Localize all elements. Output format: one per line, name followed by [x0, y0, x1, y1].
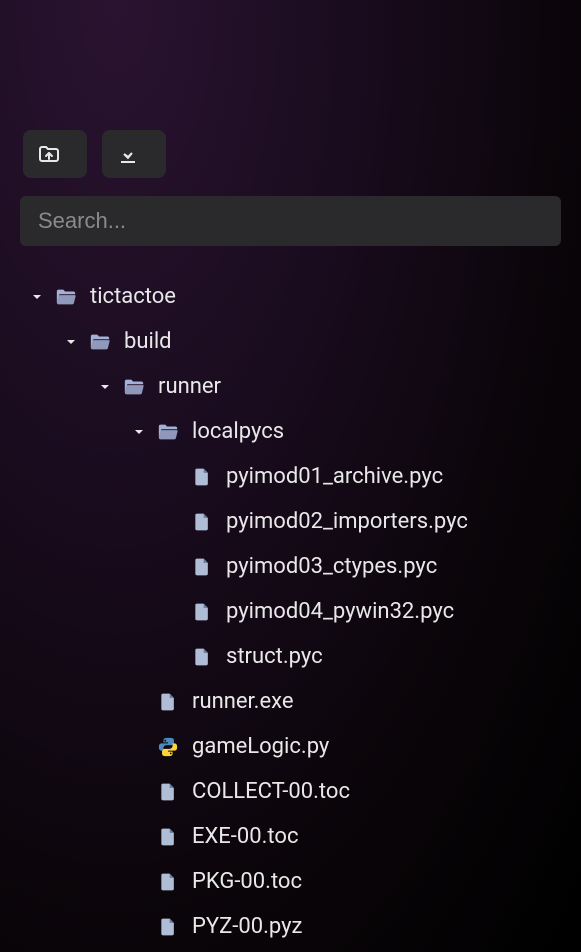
tree-item-label: EXE-00.toc: [192, 824, 298, 849]
tree-item-label: pyimod02_importers.pyc: [226, 509, 468, 534]
file-icon: [190, 645, 214, 669]
tree-item-label: tictactoe: [90, 284, 176, 309]
tree-file[interactable]: pyimod01_archive.pyc: [0, 454, 581, 499]
chevron-down-icon[interactable]: [64, 335, 78, 349]
python-icon: [156, 735, 180, 759]
chevron-down-icon[interactable]: [30, 290, 44, 304]
upload-folder-button[interactable]: [23, 130, 87, 178]
tree-folder[interactable]: localpycs: [0, 409, 581, 454]
tree-item-label: PKG-00.toc: [192, 869, 302, 894]
file-icon: [156, 690, 180, 714]
folder-upload-icon: [37, 142, 61, 166]
file-tree: tictactoe build runner localpycs pyimod01_ar…: [0, 246, 581, 949]
tree-item-label: build: [124, 329, 172, 354]
folder-open-icon: [122, 375, 146, 399]
tree-file[interactable]: EXE-00.toc: [0, 814, 581, 859]
tree-item-label: pyimod03_ctypes.pyc: [226, 554, 437, 579]
tree-item-label: COLLECT-00.toc: [192, 779, 350, 804]
download-icon: [116, 142, 140, 166]
tree-file[interactable]: PYZ-00.pyz: [0, 904, 581, 949]
tree-folder[interactable]: runner: [0, 364, 581, 409]
search-input[interactable]: [20, 196, 561, 246]
file-icon: [156, 870, 180, 894]
tree-item-label: runner: [158, 374, 221, 399]
tree-item-label: gameLogic.py: [192, 734, 329, 759]
tree-file[interactable]: PKG-00.toc: [0, 859, 581, 904]
search-container: [0, 196, 581, 246]
tree-folder[interactable]: build: [0, 319, 581, 364]
folder-open-icon: [54, 285, 78, 309]
folder-open-icon: [156, 420, 180, 444]
file-icon: [156, 825, 180, 849]
file-icon: [190, 600, 214, 624]
tree-item-label: struct.pyc: [226, 644, 323, 669]
folder-open-icon: [88, 330, 112, 354]
file-icon: [190, 510, 214, 534]
tree-item-label: pyimod04_pywin32.pyc: [226, 599, 454, 624]
tree-item-label: PYZ-00.pyz: [192, 914, 302, 939]
file-icon: [190, 555, 214, 579]
file-icon: [156, 780, 180, 804]
tree-item-label: localpycs: [192, 419, 284, 444]
chevron-down-icon[interactable]: [132, 425, 146, 439]
file-icon: [156, 915, 180, 939]
chevron-down-icon[interactable]: [98, 380, 112, 394]
download-button[interactable]: [102, 130, 166, 178]
tree-folder[interactable]: tictactoe: [0, 274, 581, 319]
tree-file[interactable]: pyimod04_pywin32.pyc: [0, 589, 581, 634]
file-icon: [190, 465, 214, 489]
tree-file[interactable]: gameLogic.py: [0, 724, 581, 769]
tree-file[interactable]: struct.pyc: [0, 634, 581, 679]
tree-item-label: runner.exe: [192, 689, 294, 714]
tree-file[interactable]: pyimod02_importers.pyc: [0, 499, 581, 544]
tree-file[interactable]: COLLECT-00.toc: [0, 769, 581, 814]
tree-file[interactable]: runner.exe: [0, 679, 581, 724]
toolbar: [0, 0, 581, 196]
tree-item-label: pyimod01_archive.pyc: [226, 464, 443, 489]
tree-file[interactable]: pyimod03_ctypes.pyc: [0, 544, 581, 589]
